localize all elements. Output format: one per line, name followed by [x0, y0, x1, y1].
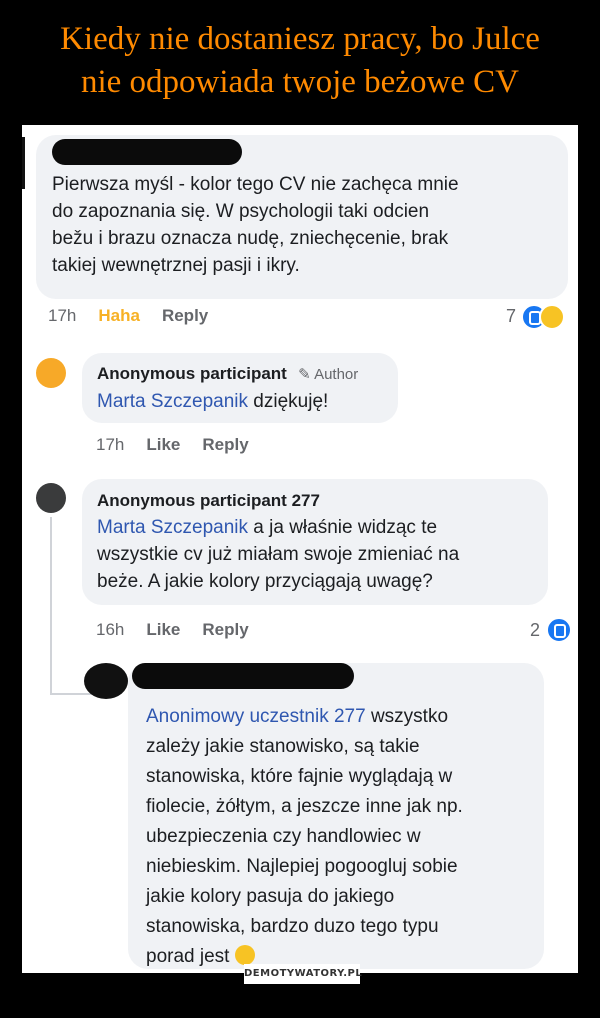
like-link[interactable]: Like — [146, 435, 180, 454]
comment-2-actions: 17h Like Reply — [96, 435, 271, 455]
comment-3-line: a ja właśnie widząc te — [248, 517, 438, 538]
reply-link[interactable]: Reply — [162, 306, 208, 325]
comment-2-time: 17h — [96, 435, 125, 454]
watermark: DEMOTYWATORY.PL — [244, 964, 362, 984]
anonymous-avatar-icon[interactable] — [36, 483, 66, 513]
comment-4-line: stanowiska, które fajnie wyglądają w — [146, 766, 453, 787]
pencil-icon: ✎ — [298, 366, 311, 383]
left-edge-bar — [22, 137, 25, 189]
reaction-count-1[interactable]: 7 — [506, 306, 516, 327]
comment-4-line: porad jest — [146, 946, 230, 967]
comment-3-line: wszystkie cv już miałam swoje zmieniać n… — [97, 544, 460, 565]
comment-4-line: ubezpieczenia czy handlowiec w — [146, 826, 421, 847]
like-icon — [546, 617, 572, 643]
haha-reaction-link[interactable]: Haha — [98, 306, 140, 325]
mention-link[interactable]: Marta Szczepanik — [97, 517, 248, 538]
comment-3-line: beże. A jakie kolory przyciągają uwagę? — [97, 571, 433, 592]
commenter-name[interactable]: Anonymous participant 277 — [97, 487, 547, 514]
haha-emoji-icon — [539, 304, 565, 330]
comment-3-body: Anonymous participant 277 Marta Szczepan… — [97, 487, 547, 595]
comment-4-body: Anonimowy uczestnik 277 wszystko zależy … — [146, 702, 546, 972]
comment-4-line: stanowiska, bardzo duzo tego typu — [146, 916, 439, 937]
reaction-count-3[interactable]: 2 — [530, 620, 540, 641]
anonymous-avatar-icon[interactable] — [36, 358, 66, 388]
comment-3-actions: 16h Like Reply — [96, 620, 271, 640]
comment-4-line: wszystko — [365, 706, 449, 727]
reply-link[interactable]: Reply — [202, 435, 248, 454]
comment-2-text: dziękuję! — [248, 391, 329, 412]
smile-emoji-icon — [234, 945, 255, 965]
title-line-1: Kiedy nie dostaniesz pracy, bo Julce — [60, 21, 540, 57]
avatar-icon[interactable] — [84, 663, 128, 699]
screenshot-panel: Pierwsza myśl - kolor tego CV nie zachęc… — [22, 125, 578, 973]
redacted-name-4 — [132, 663, 354, 689]
comment-4-line: zależy jakie stanowisko, są takie — [146, 736, 420, 757]
comment-4-line: niebieskim. Najlepiej pogoogluj sobie — [146, 856, 458, 877]
comment-4-line: jakie kolory pasuja do jakiego — [146, 886, 395, 907]
author-badge: Author — [314, 366, 359, 383]
meme-title: Kiedy nie dostaniesz pracy, bo Julce nie… — [0, 18, 600, 104]
mention-link[interactable]: Anonimowy uczestnik 277 — [146, 706, 366, 727]
comment-1-time: 17h — [48, 306, 77, 325]
comment-1-line: bežu i brazu oznacza nudę, zniechęcenie,… — [52, 228, 449, 249]
comment-1-line: Pierwsza myśl - kolor tego CV nie zachęc… — [52, 174, 459, 195]
title-line-2: nie odpowiada twoje beżowe CV — [80, 64, 520, 100]
mention-link[interactable]: Marta Szczepanik — [97, 391, 248, 412]
reply-link[interactable]: Reply — [202, 620, 248, 639]
comment-3-time: 16h — [96, 620, 125, 639]
comment-1-actions: 17h Haha Reply — [48, 306, 230, 326]
thread-connector — [50, 517, 52, 695]
redacted-name-1 — [52, 139, 242, 165]
comment-2-body: Anonymous participant ✎ Author Marta Szc… — [97, 360, 397, 415]
comment-1-line: do zapoznania się. W psychologii taki od… — [52, 201, 430, 222]
comment-1-text: Pierwsza myśl - kolor tego CV nie zachęc… — [52, 171, 562, 279]
comment-1-line: takiej wewnętrznej pasji i ikry. — [52, 255, 300, 276]
like-link[interactable]: Like — [146, 620, 180, 639]
commenter-name[interactable]: Anonymous participant — [97, 364, 287, 383]
comment-4-line: fiolecie, żółtym, a jeszcze inne jak np. — [146, 796, 463, 817]
